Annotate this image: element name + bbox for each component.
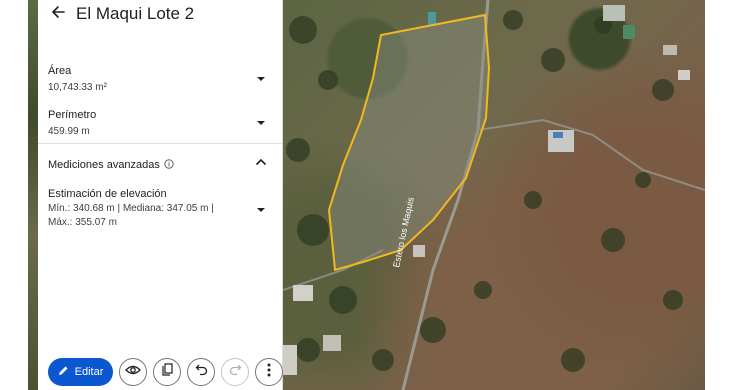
- collapse-button[interactable]: [254, 155, 268, 169]
- arrow-back-icon: [50, 4, 66, 25]
- perimeter-label: Perímetro: [48, 109, 97, 121]
- edit-button-label: Editar: [74, 366, 104, 378]
- left-margin: [0, 0, 28, 390]
- undo-icon: [195, 363, 208, 381]
- back-button[interactable]: [46, 2, 70, 26]
- area-label: Área: [48, 65, 72, 77]
- redo-icon: [229, 363, 242, 381]
- chevron-up-icon: [255, 153, 267, 171]
- advanced-measurements-label: Mediciones avanzadas: [48, 159, 160, 171]
- area-value: 10,743.33 m²: [48, 82, 107, 93]
- measurement-panel: El Maqui Lote 2 Área 10,743.33 m² Períme…: [38, 0, 283, 390]
- page-title: El Maqui Lote 2: [76, 4, 195, 23]
- section-divider: [38, 143, 283, 144]
- map-overlay: Estero los Maquis: [283, 0, 705, 390]
- copy-icon: [161, 363, 174, 381]
- info-icon[interactable]: [164, 158, 174, 172]
- area-expand-button[interactable]: [254, 71, 268, 85]
- elevation-label: Estimación de elevación: [48, 188, 167, 200]
- bottom-toolbar: Editar: [48, 357, 283, 387]
- more-options-button[interactable]: [255, 358, 283, 386]
- eye-icon: [125, 363, 141, 381]
- perimeter-row[interactable]: Perímetro 459.99 m: [48, 109, 268, 139]
- more-vert-icon: [267, 363, 271, 382]
- pencil-icon: [58, 365, 69, 379]
- caret-down-icon: [256, 113, 266, 131]
- visibility-button[interactable]: [119, 358, 147, 386]
- satellite-map[interactable]: Estero los Maquis: [283, 0, 705, 390]
- copy-button[interactable]: [153, 358, 181, 386]
- elevation-stats-line2: Máx.: 355.07 m: [48, 217, 117, 228]
- advanced-measurements-header[interactable]: Mediciones avanzadas: [48, 155, 268, 173]
- caret-down-icon: [256, 69, 266, 87]
- elevation-stats-line1: Mín.: 340.68 m | Mediana: 347.05 m |: [48, 203, 214, 214]
- redo-button[interactable]: [221, 358, 249, 386]
- edit-button[interactable]: Editar: [48, 358, 113, 386]
- panel-header: El Maqui Lote 2: [38, 0, 283, 30]
- right-margin: [705, 0, 730, 390]
- caret-down-icon: [256, 200, 266, 218]
- elevation-expand-button[interactable]: [254, 202, 268, 216]
- map-edge: [28, 0, 38, 390]
- area-row[interactable]: Área 10,743.33 m²: [48, 65, 268, 95]
- elevation-row[interactable]: Estimación de elevación Mín.: 340.68 m |…: [48, 188, 268, 230]
- perimeter-value: 459.99 m: [48, 126, 90, 137]
- undo-button[interactable]: [187, 358, 215, 386]
- perimeter-expand-button[interactable]: [254, 115, 268, 129]
